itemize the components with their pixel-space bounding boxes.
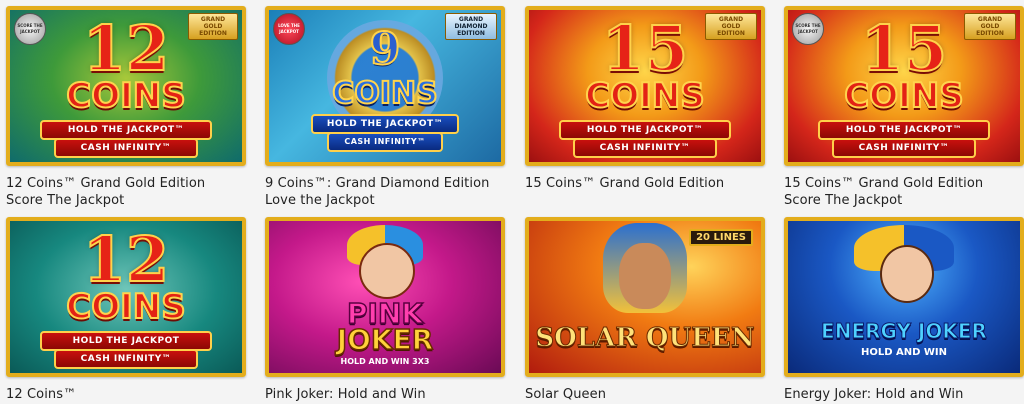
joker-face <box>359 243 415 299</box>
game-card[interactable]: LOVE THE JACKPOT GRAND DIAMOND EDITION 9… <box>265 6 505 209</box>
queen-face <box>619 243 671 309</box>
ribbon-hold-jackpot: HOLD THE JACKPOT <box>40 331 212 351</box>
ribbon-cash-infinity: CASH INFINITY™ <box>832 138 976 158</box>
game-title[interactable]: Solar Queen <box>525 386 765 403</box>
game-thumbnail[interactable]: 12 COINS HOLD THE JACKPOT CASH INFINITY™ <box>6 217 246 377</box>
logo-number: 15 <box>860 11 948 86</box>
ribbon-hold-jackpot: HOLD THE JACKPOT™ <box>311 114 459 134</box>
game-card[interactable]: ENERGY JOKER HOLD AND WIN Energy Joker: … <box>784 217 1024 403</box>
game-title[interactable]: Pink Joker: Hold and Win <box>265 386 505 403</box>
logo-energy-joker: ENERGY JOKER <box>821 319 988 344</box>
logo-number: 15 <box>601 11 689 86</box>
game-thumbnail[interactable]: GRAND GOLD EDITION 15 COINS HOLD THE JAC… <box>525 6 765 166</box>
game-card[interactable]: 12 COINS HOLD THE JACKPOT CASH INFINITY™… <box>6 217 246 403</box>
game-card[interactable]: 20 LINES SOLAR QUEEN Solar Queen <box>525 217 765 403</box>
game-card[interactable]: GRAND GOLD EDITION 15 COINS HOLD THE JAC… <box>525 6 765 192</box>
logo-number: 12 <box>82 11 170 86</box>
ribbon-cash-infinity: CASH INFINITY™ <box>327 132 443 152</box>
game-thumbnail[interactable]: LOVE THE JACKPOT GRAND DIAMOND EDITION 9… <box>265 6 505 166</box>
game-thumbnail[interactable]: SCORE THE JACKPOT GRAND GOLD EDITION 12 … <box>6 6 246 166</box>
game-thumbnail[interactable]: ENERGY JOKER HOLD AND WIN <box>784 217 1024 377</box>
ribbon-hold-jackpot: HOLD THE JACKPOT™ <box>40 120 212 140</box>
logo-solar-queen: SOLAR QUEEN <box>535 323 755 354</box>
games-grid: SCORE THE JACKPOT GRAND GOLD EDITION 12 … <box>0 0 1024 404</box>
ribbon-cash-infinity: CASH INFINITY™ <box>54 138 198 158</box>
game-card[interactable]: SCORE THE JACKPOT GRAND GOLD EDITION 15 … <box>784 6 1024 209</box>
lines-badge: 20 LINES <box>689 229 753 246</box>
logo-number: 12 <box>82 222 170 297</box>
ribbon-hold-jackpot: HOLD THE JACKPOT™ <box>559 120 731 140</box>
game-thumbnail[interactable]: SCORE THE JACKPOT GRAND GOLD EDITION 15 … <box>784 6 1024 166</box>
game-thumbnail[interactable]: 20 LINES SOLAR QUEEN <box>525 217 765 377</box>
ribbon-cash-infinity: CASH INFINITY™ <box>573 138 717 158</box>
logo-subtitle: HOLD AND WIN 3X3 <box>340 357 430 366</box>
ribbon-hold-jackpot: HOLD THE JACKPOT™ <box>818 120 990 140</box>
game-title[interactable]: 9 Coins™: Grand Diamond Edition Love the… <box>265 175 505 209</box>
ribbon-cash-infinity: CASH INFINITY™ <box>54 349 198 369</box>
game-card[interactable]: SCORE THE JACKPOT GRAND GOLD EDITION 12 … <box>6 6 246 209</box>
logo-coins: COINS <box>584 75 705 117</box>
logo-coins: COINS <box>65 75 186 117</box>
logo-coins: COINS <box>843 75 964 117</box>
game-title[interactable]: 15 Coins™ Grand Gold Edition Score The J… <box>784 175 1024 209</box>
joker-face <box>880 245 934 303</box>
game-title[interactable]: 15 Coins™ Grand Gold Edition <box>525 175 765 192</box>
logo-coins: COINS <box>65 286 186 328</box>
game-title[interactable]: Energy Joker: Hold and Win <box>784 386 1024 403</box>
game-card[interactable]: PINK JOKER HOLD AND WIN 3X3 Pink Joker: … <box>265 217 505 403</box>
logo-joker: JOKER <box>336 322 434 357</box>
logo-subtitle: HOLD AND WIN <box>860 347 948 358</box>
logo-coins: COINS <box>331 75 438 112</box>
game-title[interactable]: 12 Coins™ <box>6 386 246 403</box>
game-thumbnail[interactable]: PINK JOKER HOLD AND WIN 3X3 <box>265 217 505 377</box>
logo-number: 9 <box>369 23 402 76</box>
game-title[interactable]: 12 Coins™ Grand Gold Edition Score The J… <box>6 175 246 209</box>
